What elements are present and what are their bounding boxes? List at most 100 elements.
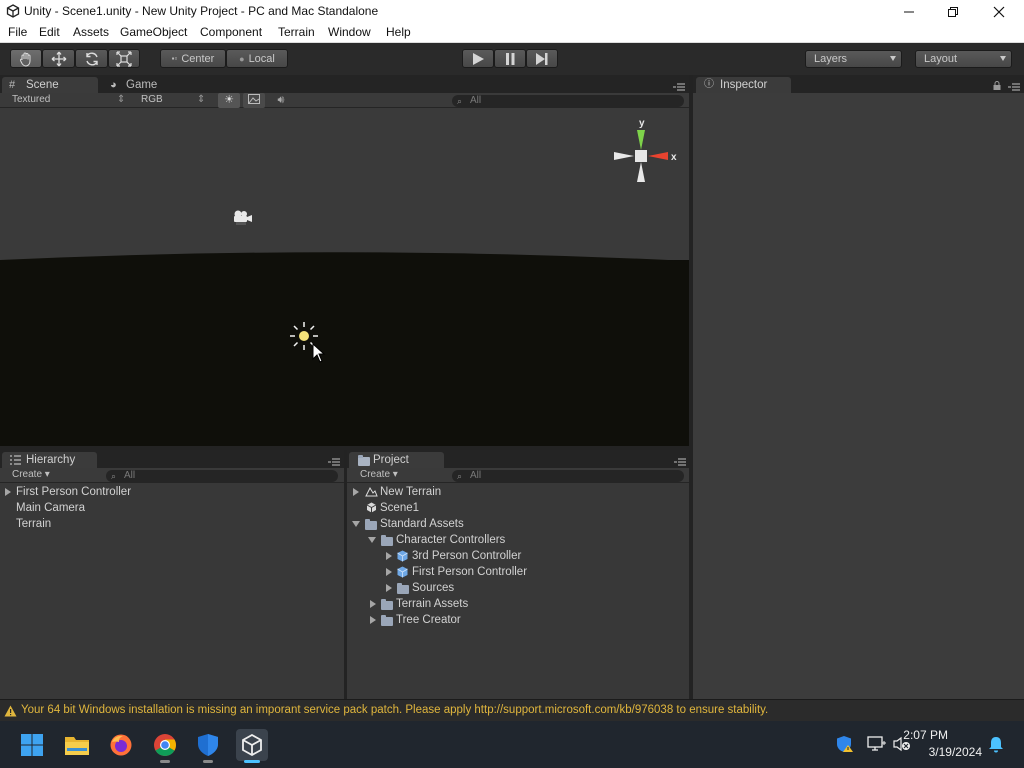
expand-arrow-icon[interactable] <box>370 616 376 624</box>
expand-arrow-icon[interactable] <box>386 584 392 592</box>
notification-bell-icon[interactable] <box>988 736 1004 753</box>
project-panel: Project Create ▾ ⌕ All New Terrain Scene… <box>344 446 689 699</box>
tab-hierarchy[interactable]: Hierarchy <box>2 452 97 468</box>
menu-file[interactable]: File <box>8 25 27 39</box>
move-tool-button[interactable] <box>42 49 75 68</box>
minimize-button[interactable] <box>886 0 932 23</box>
panel-menu-icon[interactable] <box>673 82 685 92</box>
folder-icon <box>397 583 409 594</box>
chevron-down-icon <box>1000 56 1006 61</box>
render-mode-dropdown[interactable]: Textured <box>12 94 50 105</box>
lock-icon[interactable] <box>993 81 1001 90</box>
hierarchy-search-input[interactable]: ⌕ All <box>106 470 338 482</box>
close-button[interactable] <box>976 0 1022 23</box>
hierarchy-search-placeholder: All <box>124 470 136 481</box>
project-item[interactable]: Terrain Assets <box>396 596 468 612</box>
orientation-gizmo[interactable]: y x <box>610 116 682 190</box>
folder-icon <box>381 535 393 546</box>
scene-search-input[interactable]: ⌕ All <box>452 95 684 107</box>
maximize-button[interactable] <box>930 0 976 23</box>
project-item[interactable]: Tree Creator <box>396 612 461 628</box>
collapse-arrow-icon[interactable] <box>368 537 376 543</box>
tab-project[interactable]: Project <box>349 452 444 468</box>
channel-dropdown[interactable]: RGB <box>141 94 163 105</box>
expand-arrow-icon[interactable] <box>370 600 376 608</box>
tab-game-label: Game <box>126 79 158 91</box>
project-item[interactable]: Standard Assets <box>380 516 464 532</box>
menu-window[interactable]: Window <box>328 25 371 39</box>
project-item[interactable]: Sources <box>412 580 454 596</box>
rotate-icon <box>85 52 98 65</box>
grid-icon: # <box>9 79 16 91</box>
active-indicator <box>244 760 260 763</box>
tab-scene[interactable]: # Scene <box>2 77 98 93</box>
pivot-local-toggle[interactable]: ● Local <box>226 49 288 68</box>
project-item[interactable]: 3rd Person Controller <box>412 548 521 564</box>
scale-tool-button[interactable] <box>108 49 140 68</box>
project-item[interactable]: Character Controllers <box>396 532 505 548</box>
pause-button[interactable] <box>494 49 526 68</box>
panel-menu-icon[interactable] <box>328 457 340 467</box>
project-create-button[interactable]: Create ▾ <box>360 469 398 480</box>
project-item[interactable]: New Terrain <box>380 484 441 500</box>
file-explorer-icon <box>65 737 89 755</box>
status-bar[interactable]: Your 64 bit Windows installation is miss… <box>0 699 1024 721</box>
taskbar-file-explorer[interactable] <box>61 729 93 761</box>
play-icon <box>473 52 484 65</box>
folder-icon <box>365 519 377 530</box>
menu-terrain[interactable]: Terrain <box>278 25 315 39</box>
window-title-bar: Unity - Scene1.unity - New Unity Project… <box>0 0 1024 23</box>
audio-toggle[interactable]: 🔊︎ <box>270 93 292 108</box>
play-button[interactable] <box>462 49 494 68</box>
menu-edit[interactable]: Edit <box>39 25 60 39</box>
camera-gizmo-icon[interactable] <box>230 208 254 228</box>
clock-date[interactable]: 3/19/2024 <box>882 745 982 759</box>
start-button[interactable] <box>16 729 48 761</box>
tab-game[interactable]: ◕ Game <box>102 77 192 93</box>
search-icon: ⌕ <box>457 96 463 106</box>
hierarchy-control-bar: Create ▾ ⌕ All <box>0 468 344 483</box>
lighting-toggle[interactable]: ☀ <box>218 93 240 108</box>
project-item[interactable]: Scene1 <box>380 500 419 516</box>
project-item[interactable]: First Person Controller <box>412 564 527 580</box>
move-icon <box>51 51 66 66</box>
project-search-placeholder: All <box>470 470 482 481</box>
hierarchy-tab-bar: Hierarchy <box>0 450 344 468</box>
menu-component[interactable]: Component <box>200 25 262 39</box>
collapse-arrow-icon[interactable] <box>352 521 360 527</box>
tab-inspector[interactable]: ⓘ Inspector <box>696 77 791 93</box>
menu-gameobject[interactable]: GameObject <box>120 25 187 39</box>
menu-help[interactable]: Help <box>386 25 411 39</box>
image-effects-toggle[interactable] <box>243 93 265 108</box>
scale-icon <box>116 50 132 67</box>
panel-menu-icon[interactable] <box>674 457 686 467</box>
layout-dropdown[interactable]: Layout <box>915 50 1012 68</box>
pause-icon <box>506 52 515 65</box>
hierarchy-item[interactable]: First Person Controller <box>16 484 131 500</box>
scene-view[interactable]: y x <box>0 108 689 446</box>
warning-icon <box>4 705 17 717</box>
expand-arrow-icon[interactable] <box>386 568 392 576</box>
hierarchy-item[interactable]: Main Camera <box>16 500 85 516</box>
expand-arrow-icon[interactable] <box>5 488 11 496</box>
panel-menu-icon[interactable] <box>1008 82 1020 92</box>
menu-assets[interactable]: Assets <box>73 25 109 39</box>
expand-arrow-icon[interactable] <box>386 552 392 560</box>
layers-dropdown[interactable]: Layers <box>805 50 902 68</box>
hierarchy-create-button[interactable]: Create ▾ <box>12 469 50 480</box>
hand-tool-button[interactable] <box>10 49 42 68</box>
taskbar-firefox[interactable] <box>105 729 137 761</box>
pivot-center-toggle[interactable]: ▪▫ Center <box>160 49 226 68</box>
clock-time[interactable]: 2:07 PM <box>868 728 948 742</box>
speaker-icon: 🔊︎ <box>277 94 285 106</box>
project-search-input[interactable]: ⌕ All <box>452 470 684 482</box>
scene-search-placeholder: All <box>470 95 482 106</box>
taskbar-windows-security[interactable] <box>192 729 224 763</box>
step-button[interactable] <box>526 49 558 68</box>
security-warning-tray-icon[interactable] <box>836 735 854 753</box>
taskbar-chrome[interactable] <box>149 729 181 763</box>
hierarchy-item[interactable]: Terrain <box>16 516 51 532</box>
rotate-tool-button[interactable] <box>75 49 108 68</box>
taskbar-unity[interactable] <box>236 729 268 763</box>
expand-arrow-icon[interactable] <box>353 488 359 496</box>
